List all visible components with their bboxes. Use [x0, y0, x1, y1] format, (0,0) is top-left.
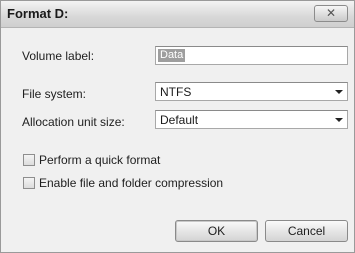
title-bar[interactable]: Format D: ✕: [1, 1, 354, 28]
file-system-value: NTFS: [160, 85, 192, 99]
volume-label-value: Data: [158, 49, 186, 62]
compression-checkbox[interactable]: [23, 177, 35, 189]
file-system-select[interactable]: NTFS: [155, 82, 348, 101]
close-button[interactable]: ✕: [314, 5, 348, 22]
allocation-unit-label: Allocation unit size:: [22, 115, 125, 129]
quick-format-label[interactable]: Perform a quick format: [39, 153, 160, 167]
compression-label[interactable]: Enable file and folder compression: [39, 176, 223, 190]
quick-format-checkbox[interactable]: [23, 154, 35, 166]
format-dialog: Format D: ✕ Volume label: Data File syst…: [0, 0, 355, 253]
allocation-unit-value: Default: [160, 113, 199, 127]
chevron-down-icon: [335, 90, 343, 94]
allocation-unit-select[interactable]: Default: [155, 110, 348, 129]
cancel-button[interactable]: Cancel: [265, 220, 348, 242]
ok-button[interactable]: OK: [175, 220, 258, 242]
file-system-label: File system:: [22, 87, 87, 101]
volume-label-input[interactable]: Data: [155, 46, 348, 65]
close-icon: ✕: [325, 6, 337, 20]
volume-label-label: Volume label:: [22, 49, 95, 63]
chevron-down-icon: [335, 118, 343, 122]
window-title: Format D:: [7, 6, 69, 21]
